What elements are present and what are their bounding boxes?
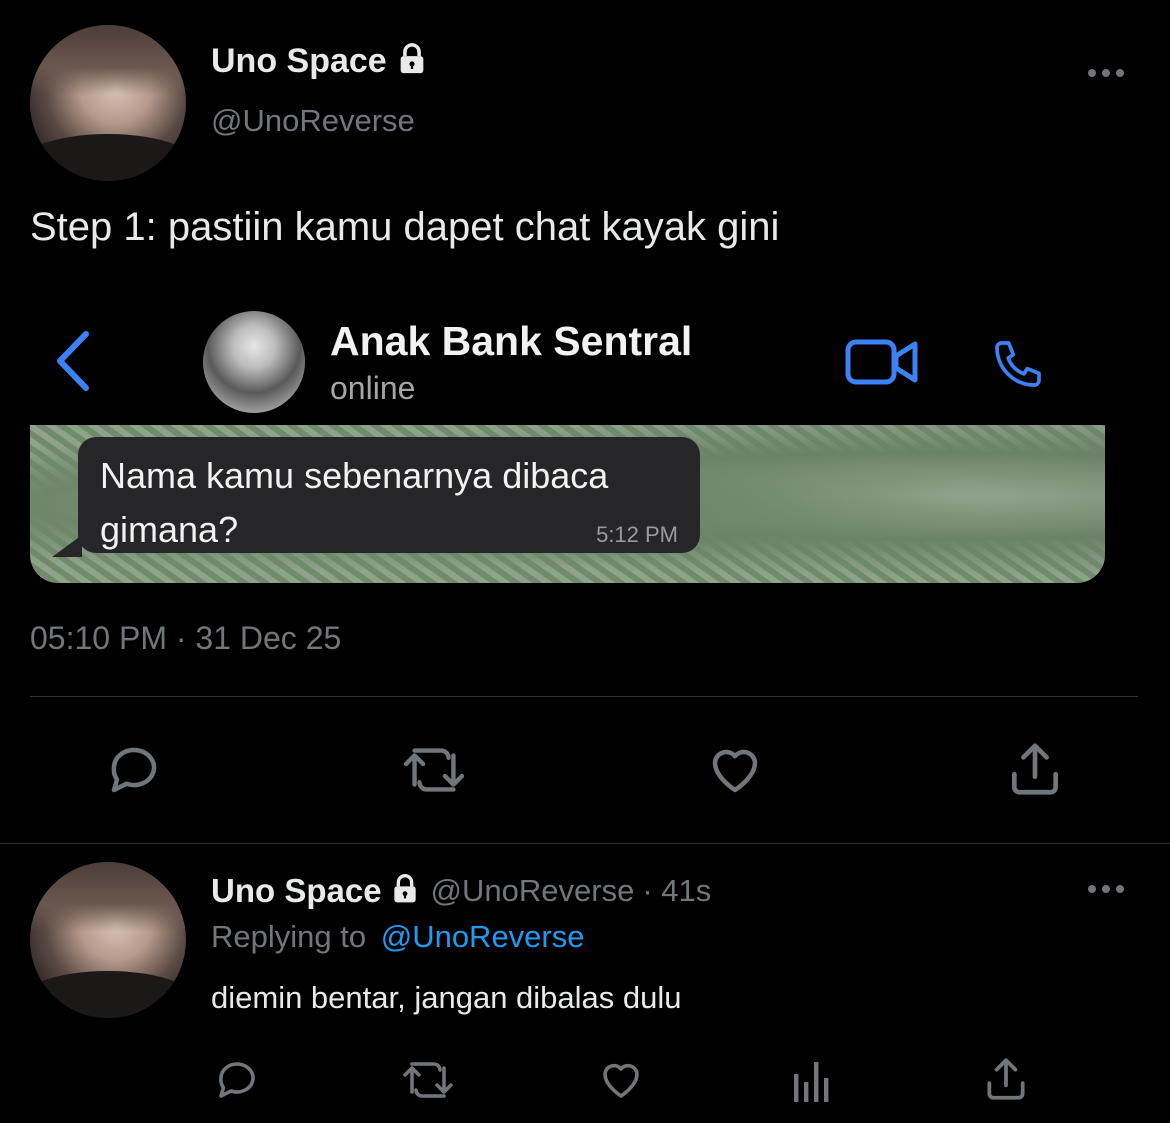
reply-author-name[interactable]: Uno Space bbox=[211, 872, 382, 910]
share-icon bbox=[1012, 743, 1058, 795]
chat-contact-name: Anak Bank Sentral bbox=[330, 318, 693, 364]
analytics-icon bbox=[794, 1062, 829, 1102]
author-name-row[interactable]: Uno Space bbox=[211, 40, 429, 82]
more-horizontal-icon bbox=[1088, 885, 1124, 893]
more-horizontal-icon bbox=[1088, 69, 1124, 77]
chat-screenshot[interactable]: Anak Bank Sentral online Nama kamu seben… bbox=[30, 300, 1105, 583]
chat-back-icon bbox=[52, 330, 92, 397]
tweet-timestamp[interactable]: 05:10 PM · 31 Dec 25 bbox=[30, 620, 341, 657]
reply-icon bbox=[219, 1062, 255, 1098]
chat-message-bubble: Nama kamu sebenarnya dibaca gimana? 5:12… bbox=[78, 437, 700, 553]
retweet-button[interactable] bbox=[400, 740, 468, 800]
reply-header: Uno Space @UnoReverse · 41s bbox=[211, 870, 711, 912]
reply-age: · 41s bbox=[642, 873, 712, 908]
replying-to-link[interactable]: @UnoReverse bbox=[381, 919, 585, 954]
reply-like-button[interactable] bbox=[596, 1056, 646, 1104]
reply-button[interactable] bbox=[104, 740, 164, 800]
reply-analytics-button[interactable] bbox=[792, 1058, 834, 1104]
reply-author-avatar[interactable] bbox=[30, 862, 186, 1018]
author-name[interactable]: Uno Space bbox=[211, 42, 387, 81]
reply-more-options-button[interactable] bbox=[1086, 879, 1126, 899]
replying-to-line: Replying to @UnoReverse bbox=[211, 919, 585, 955]
video-call-icon bbox=[845, 338, 919, 391]
reply-icon bbox=[111, 747, 157, 793]
author-handle[interactable]: @UnoReverse bbox=[211, 103, 415, 139]
divider bbox=[30, 696, 1138, 697]
chat-message-line1: Nama kamu sebenarnya dibaca bbox=[100, 455, 609, 496]
reply-reply-button[interactable] bbox=[213, 1056, 261, 1104]
reply-retweet-button[interactable] bbox=[400, 1056, 456, 1104]
like-icon bbox=[712, 749, 758, 793]
divider bbox=[0, 843, 1170, 844]
tweet-text: Step 1: pastiin kamu dapet chat kayak gi… bbox=[30, 205, 780, 249]
bubble-tail bbox=[52, 535, 82, 557]
author-avatar[interactable] bbox=[30, 25, 186, 181]
retweet-icon bbox=[403, 1062, 453, 1098]
reply-share-button[interactable] bbox=[981, 1054, 1031, 1104]
retweet-icon bbox=[403, 748, 465, 792]
lock-icon bbox=[389, 873, 421, 910]
reply-author-handle[interactable]: @UnoReverse bbox=[431, 873, 635, 909]
like-button[interactable] bbox=[704, 740, 766, 800]
share-icon bbox=[987, 1058, 1025, 1100]
like-icon bbox=[603, 1063, 639, 1098]
share-button[interactable] bbox=[1004, 738, 1066, 800]
lock-icon bbox=[395, 42, 429, 81]
phone-call-icon bbox=[988, 336, 1048, 397]
chat-message-time: 5:12 PM bbox=[596, 522, 678, 547]
chat-contact-avatar bbox=[203, 311, 305, 413]
replying-to-label: Replying to bbox=[211, 919, 367, 954]
reply-text: diemin bentar, jangan dibalas dulu bbox=[211, 980, 682, 1015]
chat-contact-status: online bbox=[330, 370, 416, 406]
more-options-button[interactable] bbox=[1086, 63, 1126, 83]
chat-message-line2: gimana? bbox=[100, 509, 239, 550]
